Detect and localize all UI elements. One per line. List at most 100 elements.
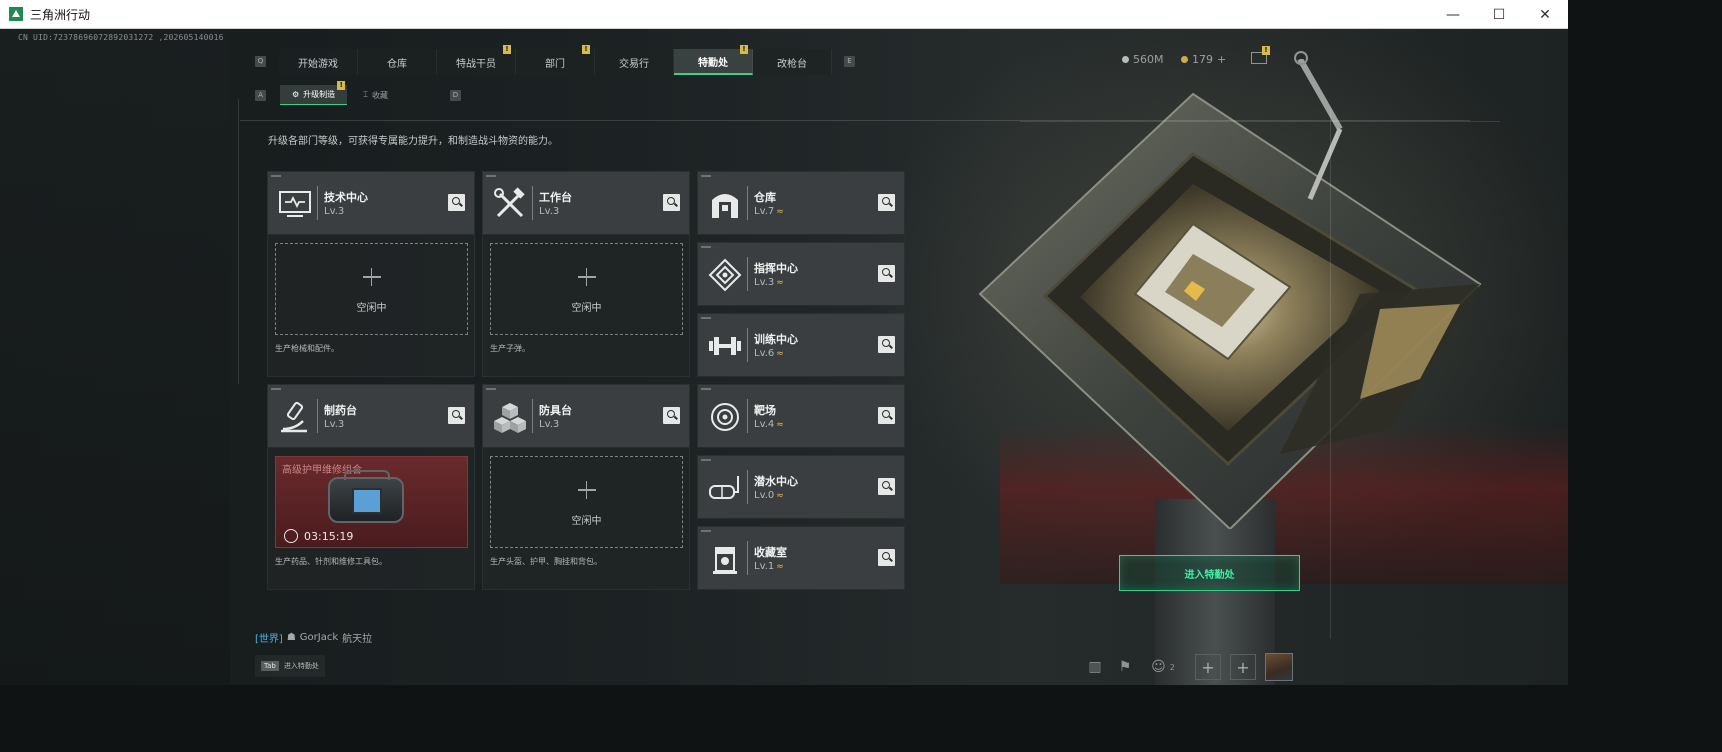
facility-level: Lv.3 — [539, 206, 560, 217]
card-header: 防具台 Lv.3 — [483, 385, 689, 448]
facility-level: Lv.3 — [539, 419, 560, 430]
card-header: 收藏室 Lv.1 ≈ — [698, 527, 904, 590]
production-slot-empty[interactable]: 空闲中 — [490, 243, 683, 335]
facility-level: Lv.3 ≈ — [754, 277, 784, 288]
search-button[interactable] — [663, 194, 680, 211]
tab-operators[interactable]: 特战干员! — [437, 45, 516, 75]
tab-upgrade-craft[interactable]: ⚙ 升级制造 ! — [280, 81, 348, 105]
tab-gunsmith[interactable]: 改枪台 — [753, 49, 832, 75]
notification-badge: ! — [740, 45, 748, 54]
search-button[interactable] — [448, 194, 465, 211]
facility-card-collection-room[interactable]: 收藏室 Lv.1 ≈ — [697, 526, 905, 590]
chat-message[interactable]: [世界] ☗ GorJack 航天拉 — [255, 630, 372, 645]
search-button[interactable] — [878, 478, 895, 495]
add-currency-button[interactable]: + — [1217, 53, 1226, 66]
tools-icon — [494, 187, 525, 218]
plus-icon — [362, 268, 381, 286]
facility-card-diving-center[interactable]: 潜水中心 Lv.0 ≈ — [697, 455, 905, 519]
search-button[interactable] — [878, 407, 895, 424]
tab-hint-label: 进入特勤处 — [283, 662, 319, 670]
facility-description: 生产子弹。 — [490, 344, 530, 353]
production-slot-empty[interactable]: 空闲中 — [490, 456, 683, 548]
microscope-icon — [281, 401, 307, 433]
add-party-slot-button[interactable]: + — [1195, 654, 1221, 680]
production-card-armor-bench[interactable]: 防具台 Lv.3 空闲中 生产头盔、护甲、胸挂和背包。 — [482, 384, 690, 590]
search-button[interactable] — [878, 194, 895, 211]
facility-card-shooting-range[interactable]: 靶场 Lv.4 ≈ — [697, 384, 905, 448]
player-uid: CN UID:7237869607289203127​2 ,2026051400… — [18, 33, 224, 42]
chat-channel: [世界] — [255, 634, 283, 645]
production-card-tech-center[interactable]: 技术中心 Lv.3 空闲中 生产枪械和配件。 — [267, 171, 475, 377]
facility-level: Lv.6 ≈ — [754, 348, 784, 359]
facility-level: Lv.4 ≈ — [754, 419, 784, 430]
card-header: 制药台 Lv.3 — [268, 385, 474, 448]
search-button[interactable] — [878, 549, 895, 566]
card-header: 仓库 Lv.7 ≈ — [698, 172, 904, 235]
craft-timer: 03:15:19 — [304, 530, 354, 543]
upgrade-available-icon: ≈ — [776, 207, 784, 217]
tab-collection[interactable]: ⌶ 收藏 — [351, 85, 400, 105]
window-controls: — ☐ ✕ — [1430, 0, 1568, 29]
upgrade-available-icon: ≈ — [776, 278, 784, 288]
tab-key: Tab — [261, 661, 279, 671]
facility-name: 训练中心 — [754, 333, 798, 346]
production-slot-empty[interactable]: 空闲中 — [275, 243, 468, 335]
repair-kit-bag-image — [328, 470, 404, 523]
special-ops-cube-model — [978, 59, 1482, 529]
maximize-button[interactable]: ☐ — [1476, 0, 1522, 29]
upgrade-available-icon: ≈ — [776, 420, 784, 430]
enter-special-ops-button[interactable]: 进入特勤处 — [1119, 555, 1300, 591]
friends-icon[interactable]: ☺ 2 — [1140, 653, 1186, 681]
facility-card-command-center[interactable]: 指挥中心 Lv.3 ≈ — [697, 242, 905, 306]
search-button[interactable] — [448, 407, 465, 424]
timer-icon — [284, 529, 298, 543]
facility-name: 技术中心 — [324, 191, 368, 204]
notification-badge: ! — [503, 45, 511, 54]
facility-card-training-center[interactable]: 训练中心 Lv.6 ≈ — [697, 313, 905, 377]
plus-icon — [577, 268, 596, 286]
card-header: 指挥中心 Lv.3 ≈ — [698, 243, 904, 306]
command-icon — [708, 258, 742, 292]
sub-nav: ⚙ 升级制造 ! ⌶ 收藏 — [280, 81, 400, 105]
tab-trading[interactable]: 交易行 — [595, 49, 674, 75]
flag-icon[interactable]: ⚑ — [1110, 653, 1140, 681]
diving-icon — [709, 476, 739, 499]
facility-description: 生产头盔、护甲、胸挂和背包。 — [490, 557, 602, 566]
production-slot-crafting[interactable]: 高级护甲维修组合 03:15:19 — [275, 456, 468, 548]
search-button[interactable] — [878, 265, 895, 282]
tab-warehouse[interactable]: 仓库 — [358, 49, 437, 75]
tab-department[interactable]: 部门! — [516, 45, 595, 75]
idle-label: 空闲中 — [571, 516, 602, 527]
facility-name: 靶场 — [754, 404, 776, 417]
search-button[interactable] — [878, 336, 895, 353]
notification-badge: ! — [337, 81, 346, 90]
window-titlebar: 三角洲行动 — ☐ ✕ — [0, 0, 1568, 29]
settings-gear-icon[interactable] — [1294, 51, 1308, 65]
upgrade-available-icon: ≈ — [776, 491, 784, 501]
production-card-pharmacy[interactable]: 制药台 Lv.3 高级护甲维修组合 03:15:19 生产药品、针剂和维修工具包… — [267, 384, 475, 590]
close-button[interactable]: ✕ — [1522, 0, 1568, 29]
silver-currency: 560M — [1122, 53, 1164, 66]
wrench-icon: ⚙ — [292, 90, 300, 99]
card-header: 潜水中心 Lv.0 ≈ — [698, 456, 904, 519]
facility-card-warehouse[interactable]: 仓库 Lv.7 ≈ — [697, 171, 905, 235]
facility-name: 潜水中心 — [754, 475, 798, 488]
add-party-slot-button[interactable]: + — [1230, 654, 1256, 680]
production-card-workbench[interactable]: 工作台 Lv.3 空闲中 生产子弹。 — [482, 171, 690, 377]
warehouse-icon — [712, 194, 738, 218]
gold-currency[interactable]: 179 + — [1181, 53, 1226, 66]
tab-start-game[interactable]: 开始游戏 — [279, 49, 358, 75]
nav-next-key: E — [844, 56, 855, 67]
plus-icon — [577, 481, 596, 499]
search-button[interactable] — [663, 407, 680, 424]
idle-label: 空闲中 — [571, 303, 602, 314]
minimize-button[interactable]: — — [1430, 0, 1476, 29]
stats-bar-chart-icon[interactable]: ▥ — [1080, 653, 1110, 681]
subnav-prev-key: A — [255, 90, 266, 101]
tab-shortcut-hint[interactable]: Tab 进入特勤处 — [255, 655, 325, 677]
card-header: 技术中心 Lv.3 — [268, 172, 474, 235]
player-avatar[interactable] — [1265, 653, 1293, 681]
tab-special-ops[interactable]: 特勤处! — [674, 45, 753, 75]
trophy-icon: ⌶ — [363, 90, 368, 99]
facility-name: 收藏室 — [754, 546, 787, 559]
